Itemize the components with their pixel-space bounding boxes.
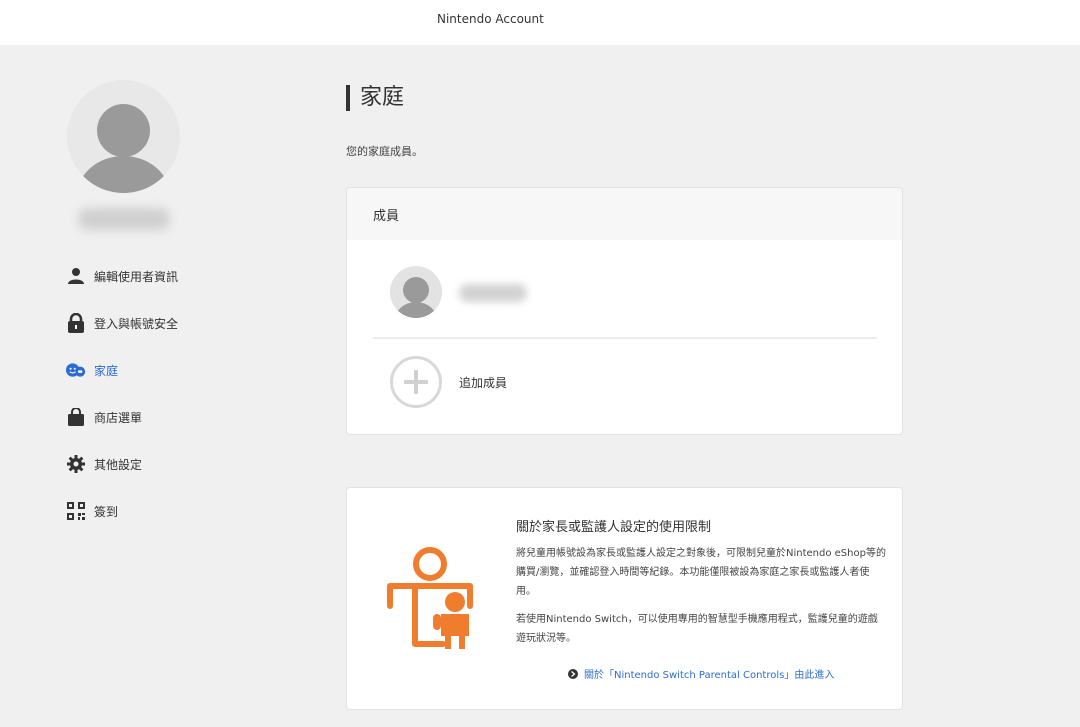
sidebar-item-checkin[interactable]: 簽到 <box>66 501 118 521</box>
divider <box>373 337 877 339</box>
parent-child-illustration-icon <box>387 547 473 649</box>
blurred-member-name[interactable] <box>459 284 527 302</box>
member-avatar[interactable] <box>390 266 442 318</box>
lock-icon <box>66 313 86 333</box>
members-card-header: 成員 <box>347 188 902 240</box>
sidebar-item-edit-profile[interactable]: 編輯使用者資訊 <box>66 266 178 286</box>
page-title: 家庭 <box>346 85 404 111</box>
sidebar-item-shop[interactable]: 商店選單 <box>66 407 142 427</box>
sidebar-item-label: 其他設定 <box>94 457 143 472</box>
gear-icon <box>66 454 86 474</box>
sidebar-item-settings[interactable]: 其他設定 <box>66 454 142 474</box>
parental-controls-link[interactable]: 關於「Nintendo Switch Parental Controls」由此進… <box>568 666 834 681</box>
members-card: 成員 追加成員 <box>346 187 903 435</box>
sidebar-item-label: 編輯使用者資訊 <box>94 269 179 284</box>
sidebar-item-family[interactable]: 家庭 <box>66 360 118 380</box>
info-paragraph: 將兒童用帳號設為家長或監護人設定之對象後，可限制兒童於Nintendo eSho… <box>516 548 886 597</box>
sidebar-item-security[interactable]: 登入與帳號安全 <box>66 313 178 333</box>
sidebar-item-label: 簽到 <box>94 504 119 519</box>
top-header: Nintendo Account <box>0 0 1080 45</box>
qr-code-icon <box>66 501 86 521</box>
person-icon <box>66 266 86 286</box>
page-subtitle: 您的家庭成員。 <box>346 145 423 158</box>
shopping-bag-icon <box>66 407 86 427</box>
parental-controls-info-card: 關於家長或監護人設定的使用限制 將兒童用帳號設為家長或監護人設定之對象後，可限制… <box>346 487 903 710</box>
sidebar-item-label: 登入與帳號安全 <box>94 316 179 331</box>
add-member-button[interactable]: 追加成員 <box>459 374 507 391</box>
header-title: Nintendo Account <box>437 12 544 26</box>
chevron-right-icon <box>568 668 578 679</box>
sidebar-item-label: 商店選單 <box>94 410 143 425</box>
sidebar-item-label: 家庭 <box>94 363 119 378</box>
info-title: 關於家長或監護人設定的使用限制 <box>516 520 712 535</box>
user-avatar <box>67 80 180 193</box>
parental-controls-link-label[interactable]: 關於「Nintendo Switch Parental Controls」由此進… <box>584 666 834 681</box>
add-member-icon[interactable] <box>390 356 442 408</box>
info-paragraph: 若使用Nintendo Switch，可以使用專用的智慧型手機應用程式，監護兒童… <box>516 614 878 644</box>
family-icon <box>66 360 86 380</box>
blurred-username <box>78 208 170 230</box>
